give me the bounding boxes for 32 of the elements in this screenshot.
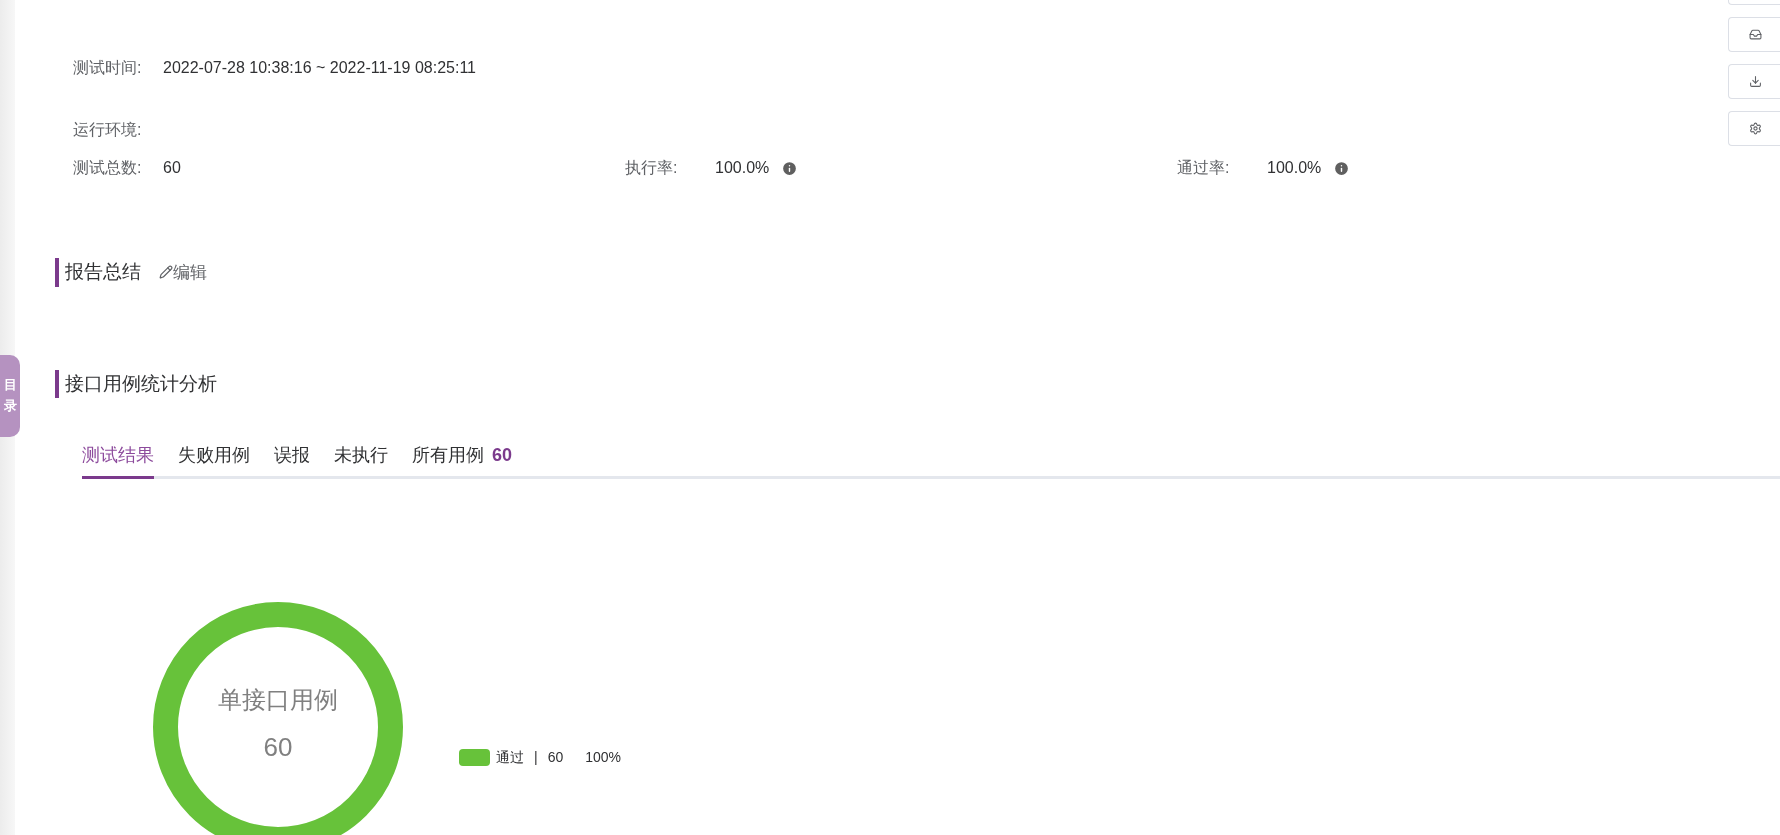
download-icon xyxy=(1749,75,1762,88)
toolbar-button[interactable] xyxy=(1728,111,1780,146)
info-icon[interactable] xyxy=(1333,159,1351,177)
tab[interactable]: 误报 xyxy=(274,434,310,479)
stat-value: 60 xyxy=(163,158,181,178)
toolbar-button[interactable] xyxy=(1728,64,1780,99)
section-title: 接口用例统计分析 xyxy=(65,371,217,396)
chart-center-title: 单接口用例 xyxy=(218,685,338,715)
tab[interactable]: 未执行 xyxy=(334,434,388,479)
field-label: 运行环境: xyxy=(73,120,143,140)
stat-label: 测试总数: xyxy=(73,158,143,178)
tab[interactable]: 失败用例 xyxy=(178,434,250,479)
toolbar-button[interactable] xyxy=(1728,17,1780,52)
section-title: 报告总结 xyxy=(65,260,141,284)
legend-separator: | xyxy=(534,747,538,767)
tab[interactable]: 所有用例 60 xyxy=(412,434,513,479)
legend-count: 60 xyxy=(547,747,564,767)
stat-label: 通过率: xyxy=(1177,158,1231,178)
stat-value: 100.0% xyxy=(715,158,770,178)
legend-label: 通过 xyxy=(496,747,524,767)
pencil-icon xyxy=(159,265,173,280)
edit-link[interactable]: 编辑 xyxy=(159,259,207,285)
stat-label: 执行率: xyxy=(625,158,679,178)
legend-percent: 100% xyxy=(585,747,622,767)
field-value: 2022-07-28 10:38:16 ~ 2022-11-19 08:25:11 xyxy=(163,58,476,78)
inbox-icon xyxy=(1749,28,1762,41)
tab[interactable]: 测试结果 xyxy=(82,434,154,479)
info-icon[interactable] xyxy=(781,159,799,177)
field-label: 测试时间: xyxy=(73,58,143,78)
settings-icon xyxy=(1749,122,1762,135)
chart-center-value: 60 xyxy=(263,731,293,764)
stat-value: 100.0% xyxy=(1267,158,1322,178)
